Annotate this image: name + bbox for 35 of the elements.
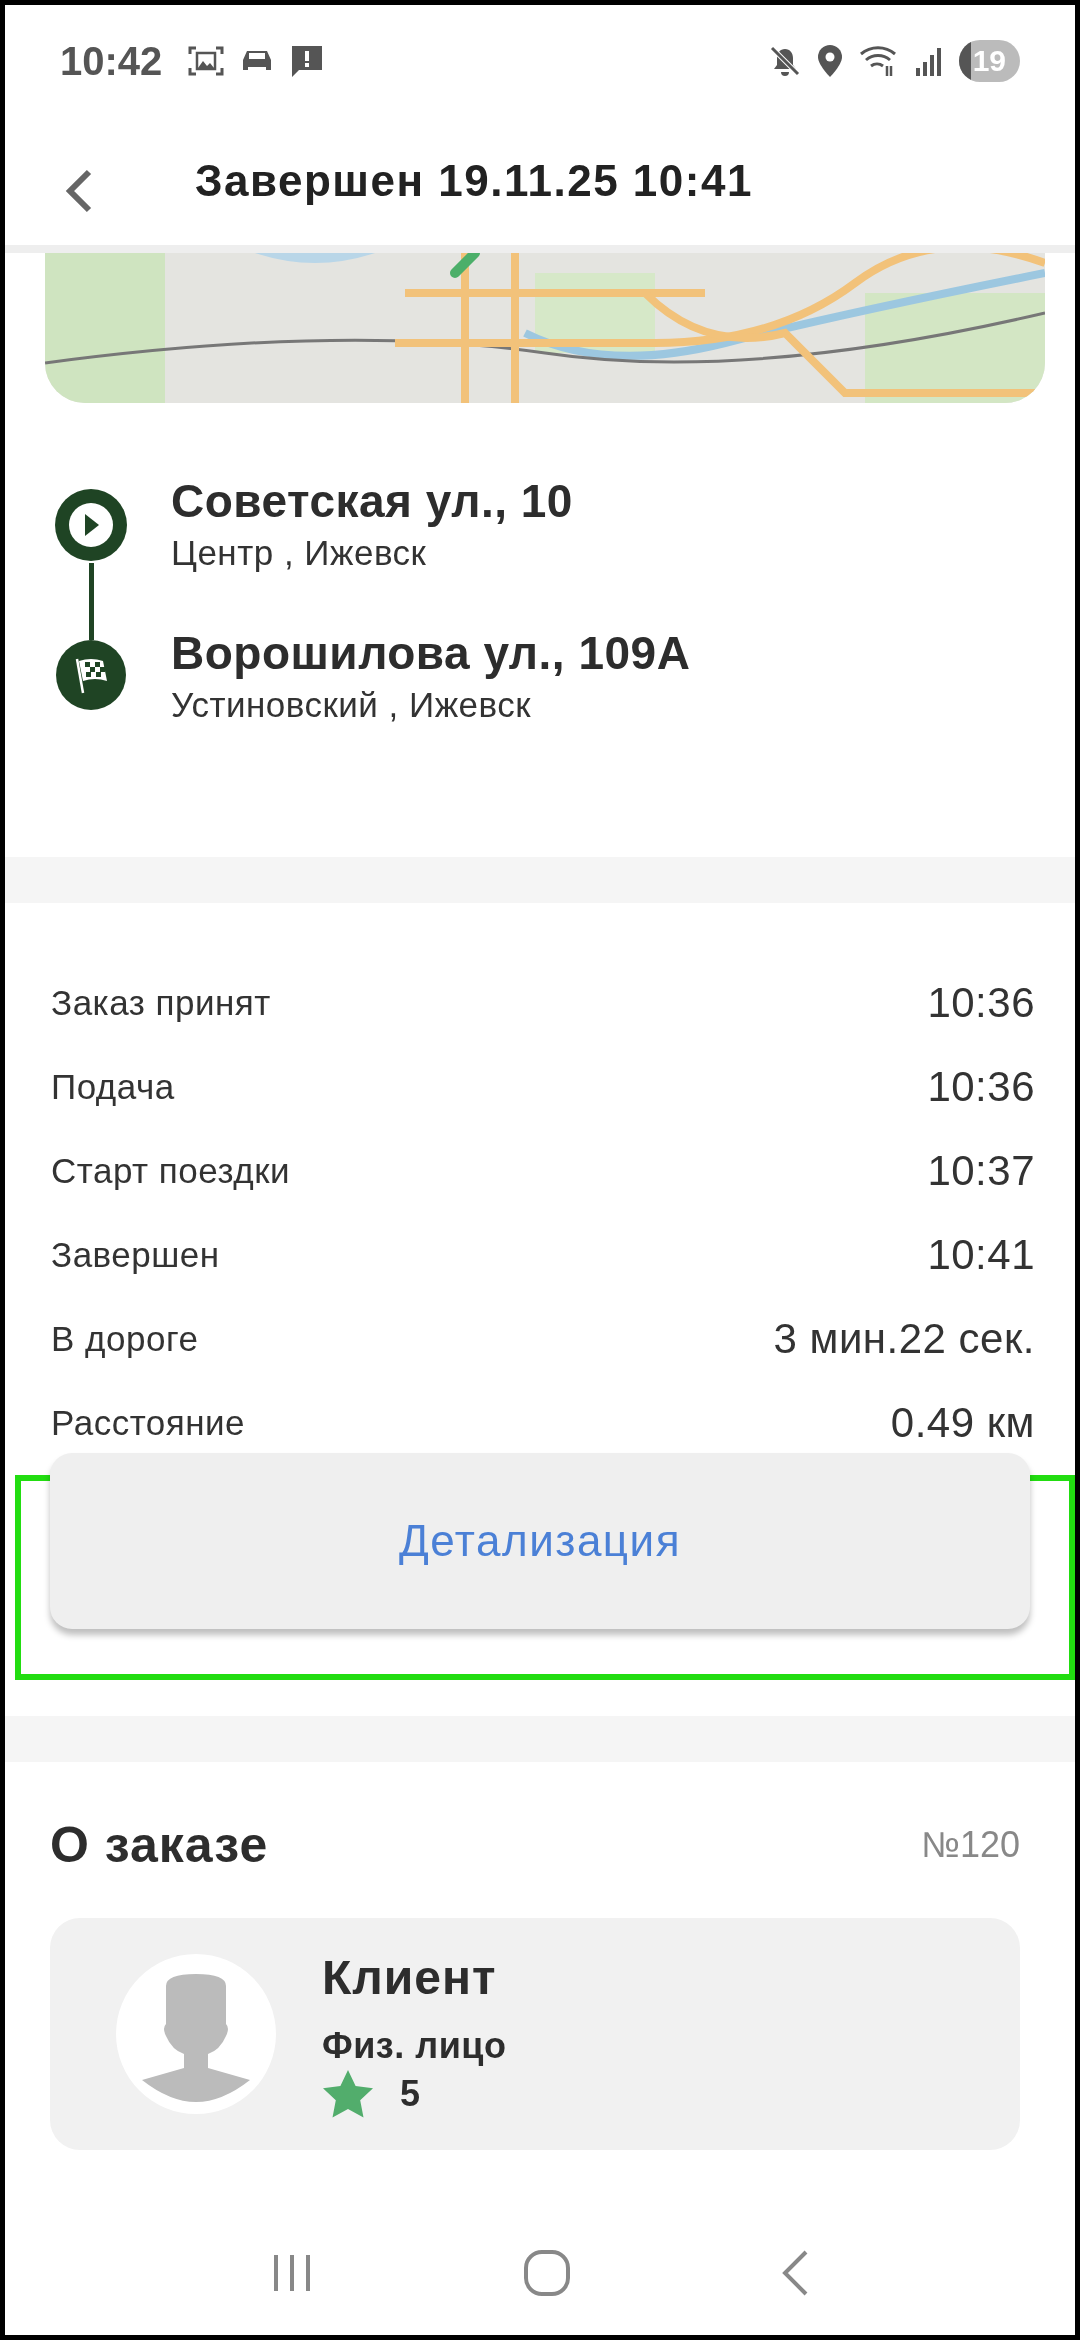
info-label: Завершен: [51, 1235, 220, 1275]
info-label: Старт поездки: [51, 1151, 290, 1191]
battery-level: 19: [958, 40, 1020, 82]
clock-time: 10:42: [60, 38, 163, 84]
start-play-icon: [53, 487, 129, 563]
info-value: 10:36: [927, 979, 1035, 1027]
info-label: Подача: [51, 1067, 175, 1107]
page-title: Завершен 19.11.25 10:41: [195, 156, 753, 206]
finish-flag-icon: [55, 639, 127, 711]
info-value: 10:37: [927, 1147, 1035, 1195]
client-name: Клиент: [322, 1949, 498, 2005]
details-button[interactable]: Детализация: [50, 1453, 1030, 1629]
info-value: 10:41: [927, 1231, 1035, 1279]
route-address: Советская ул., 10: [171, 474, 573, 529]
star-icon: [322, 2068, 374, 2119]
mute-icon: [768, 45, 801, 77]
info-label: Расстояние: [51, 1403, 246, 1443]
info-label: В дороге: [51, 1319, 199, 1359]
info-value: 3 мин.22 сек.: [773, 1315, 1035, 1363]
info-value: 0.49 км: [890, 1399, 1035, 1447]
message-alert-icon: [290, 44, 325, 78]
route-address: Ворошилова ул., 109А: [171, 626, 691, 681]
route-area: Устиновский , Ижевск: [171, 685, 691, 725]
client-type: Физ. лицо: [322, 2024, 507, 2067]
order-number: №120: [921, 1824, 1020, 1866]
route-area: Центр , Ижевск: [171, 533, 573, 573]
signal-icon: [914, 46, 943, 76]
info-value: 10:36: [927, 1063, 1035, 1111]
screenshot-icon: [188, 44, 225, 78]
client-rating: 5: [400, 2072, 421, 2115]
avatar-icon: [116, 1954, 276, 2114]
section-title: О заказе: [50, 1816, 269, 1874]
info-label: Заказ принят: [51, 983, 271, 1023]
home-icon[interactable]: [523, 2249, 571, 2297]
location-icon: [816, 44, 843, 78]
